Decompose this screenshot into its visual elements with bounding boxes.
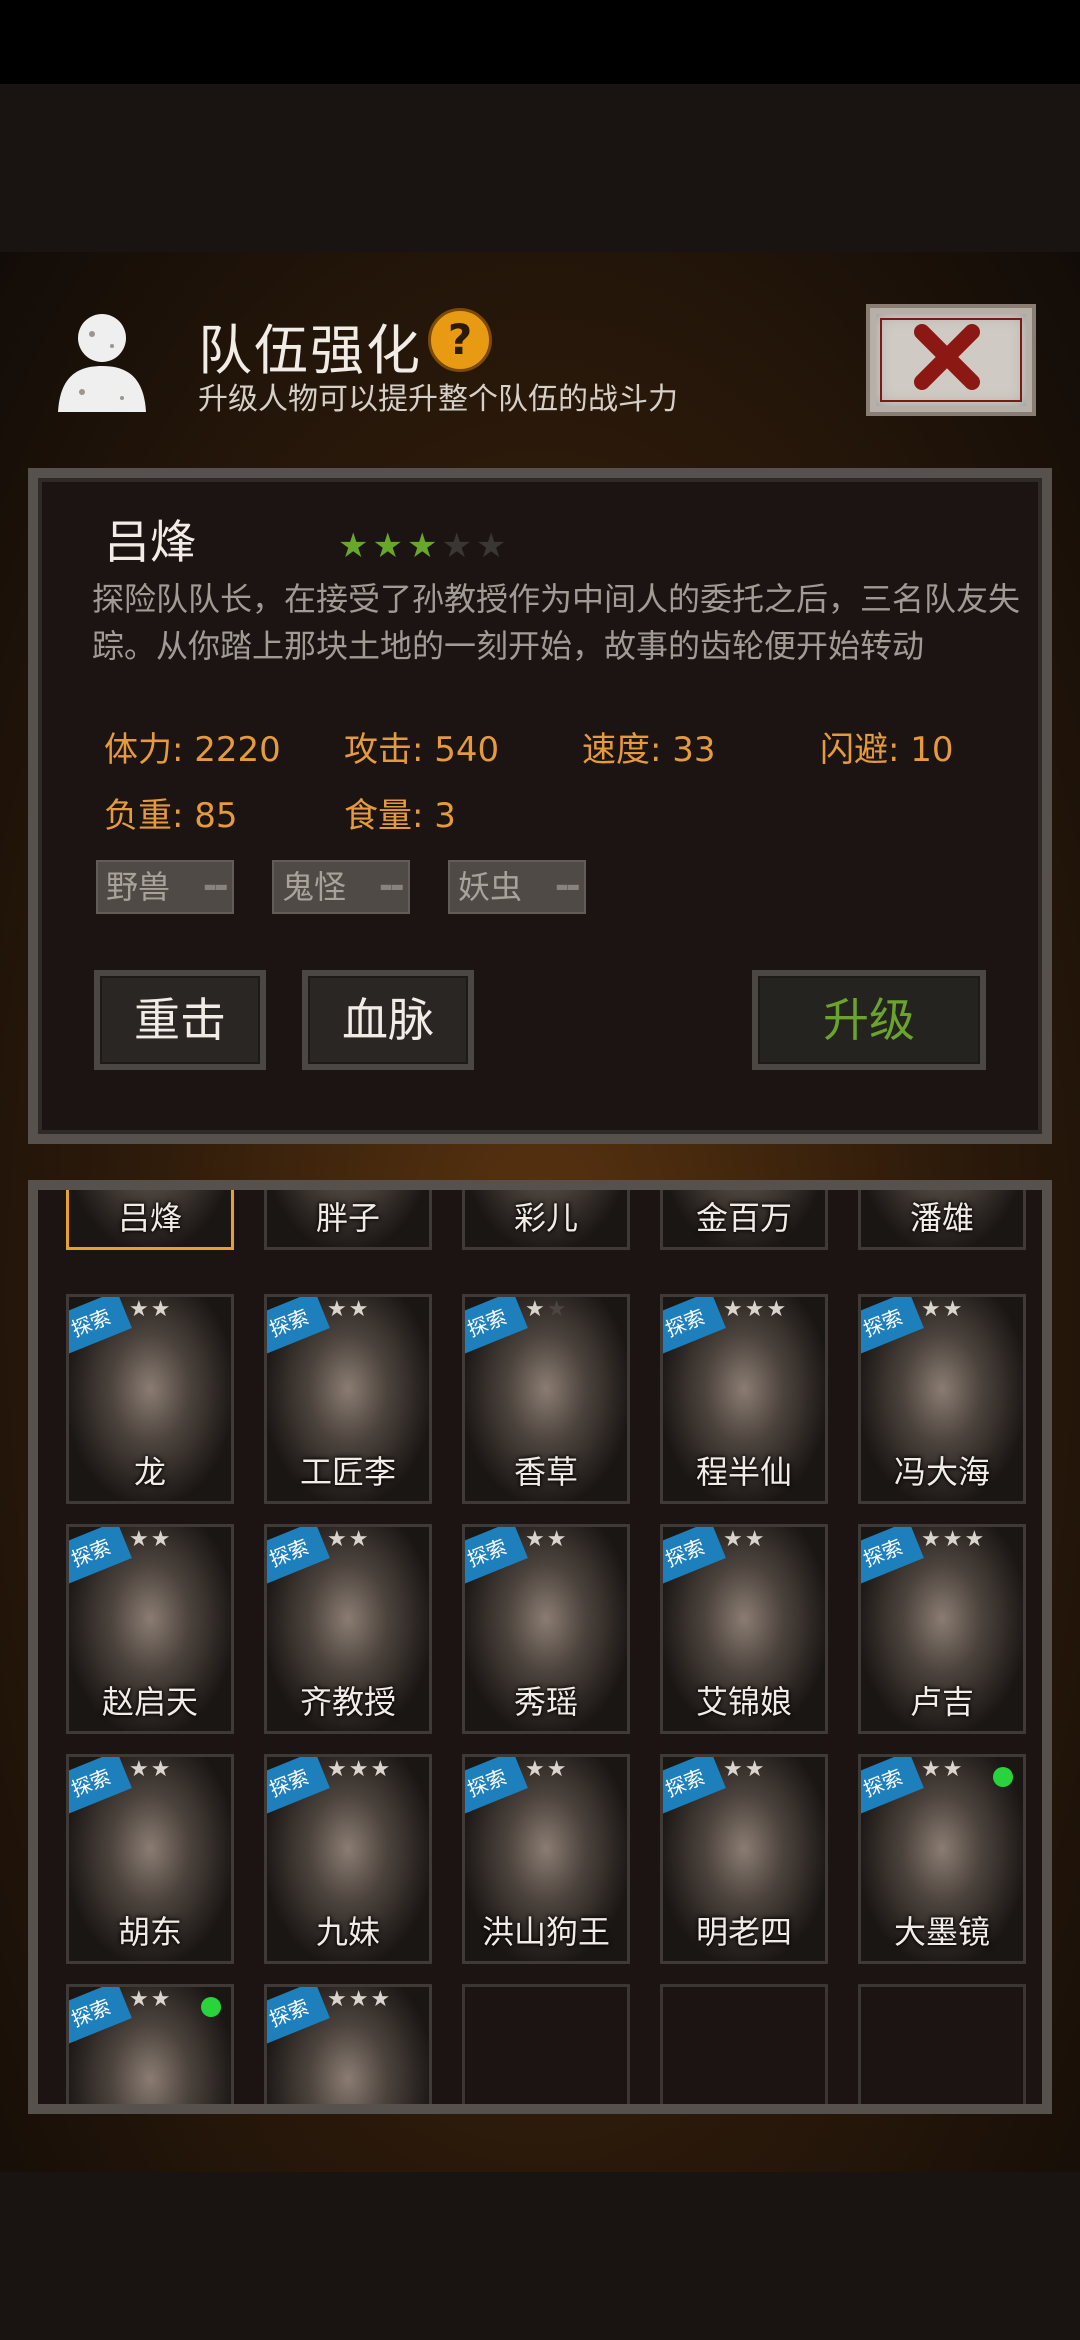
roster-card-name: 齐教授 xyxy=(299,1683,396,1721)
roster-card[interactable]: 探索 ★★ 齐教授 xyxy=(264,1524,432,1734)
roster-card[interactable]: 探索 ★★★ 程半仙 xyxy=(660,1294,828,1504)
roster-card[interactable]: 探索 ★★ 胡东 xyxy=(66,1754,234,1964)
roster-card[interactable]: 探索 ★★★ 九妹 xyxy=(264,1754,432,1964)
stat-load: 负重: 85 xyxy=(104,796,238,836)
roster-card[interactable]: 探索 ★★★ xyxy=(264,1984,432,2104)
roster-card[interactable]: 探索 ★★ 冯大海 xyxy=(858,1294,1026,1504)
roster-card-name: 冯大海 xyxy=(893,1453,990,1491)
roster-card[interactable]: 探索 ★★ 赵启天 xyxy=(66,1524,234,1734)
roster-card[interactable]: 探索 ★★ 大墨镜 xyxy=(858,1754,1026,1964)
card-stars: ★★ xyxy=(723,1527,767,1552)
roster-card[interactable]: 探索 ★★ xyxy=(66,1984,234,2104)
roster-card-name: 明老四 xyxy=(695,1913,792,1951)
card-stars: ★★ xyxy=(129,1297,173,1322)
question-icon[interactable]: ? xyxy=(428,308,492,372)
star-empty-icon: ★★ xyxy=(441,526,511,566)
roster-card[interactable]: 潘雄 xyxy=(858,1190,1026,1250)
card-stars: ★★★ xyxy=(921,1527,987,1552)
card-stars: ★★ xyxy=(327,1297,371,1322)
roster-card-name: 九妹 xyxy=(315,1913,380,1951)
close-button[interactable] xyxy=(866,304,1036,416)
roster-card[interactable]: 探索 ★★★ 卢吉 xyxy=(858,1524,1026,1734)
star-filled-icon: ★★★ xyxy=(338,526,442,566)
stat-food: 食量: 3 xyxy=(344,796,456,836)
roster-card-name: 程半仙 xyxy=(695,1453,792,1491)
stat-speed: 速度: 33 xyxy=(582,730,716,770)
character-stars: ★★★★★ xyxy=(338,526,510,566)
card-stars: ★★ xyxy=(129,1527,173,1552)
empty-slot xyxy=(858,1984,1026,2104)
upgrade-button[interactable]: 升级 xyxy=(752,970,986,1070)
tag-insect: 妖虫 xyxy=(448,860,586,914)
roster-card[interactable]: 探索 ★★ 工匠李 xyxy=(264,1294,432,1504)
character-detail-panel: 吕烽 ★★★★★ 探险队队长，在接受了孙教授作为中间人的委托之后，三名队友失踪。… xyxy=(28,468,1052,1144)
roster-card[interactable]: 探索 ★★ 香草 xyxy=(462,1294,630,1504)
person-silhouette-icon xyxy=(58,314,146,412)
roster-card-name: 卢吉 xyxy=(909,1683,974,1721)
card-stars: ★★ xyxy=(129,1987,173,2012)
bottom-bar xyxy=(0,2172,1080,2340)
card-stars: ★★ xyxy=(525,1757,569,1782)
card-stars: ★★★ xyxy=(327,1757,393,1782)
heavy-strike-button[interactable]: 重击 xyxy=(94,970,266,1070)
roster-card-name: 艾锦娘 xyxy=(695,1683,792,1721)
character-description: 探险队队长，在接受了孙教授作为中间人的委托之后，三名队友失踪。从你踏上那块土地的… xyxy=(92,580,1021,665)
character-name: 吕烽 xyxy=(104,515,196,569)
roster-card-name: 吕烽 xyxy=(117,1199,182,1237)
roster-card-name: 龙 xyxy=(133,1453,166,1491)
card-stars: ★★ xyxy=(327,1527,371,1552)
page-subtitle: 升级人物可以提升整个队伍的战斗力 xyxy=(198,382,678,417)
roster-card-name: 工匠李 xyxy=(299,1453,396,1491)
roster-card[interactable]: 金百万 xyxy=(660,1190,828,1250)
card-stars: ★★ xyxy=(921,1297,965,1322)
empty-slot xyxy=(660,1984,828,2104)
roster-card-name: 金百万 xyxy=(695,1199,792,1237)
online-dot-icon xyxy=(993,1767,1013,1787)
tag-beast: 野兽 xyxy=(96,860,234,914)
stat-dodge: 闪避: 10 xyxy=(820,730,954,770)
character-roster: 吕烽 胖子 彩儿 金百万 潘雄 探索 ★★ 龙 探索 ★★ 工匠李 探索 ★★ 香草 探索 ★… xyxy=(28,1180,1052,2114)
roster-card-name: 大墨镜 xyxy=(893,1913,990,1951)
card-stars: ★★ xyxy=(129,1757,173,1782)
bloodline-button[interactable]: 血脉 xyxy=(302,970,474,1070)
roster-card-name: 香草 xyxy=(513,1453,578,1491)
roster-card[interactable]: 探索 ★★ 洪山狗王 xyxy=(462,1754,630,1964)
card-stars: ★★★ xyxy=(327,1987,393,2012)
status-bar xyxy=(0,0,1080,84)
card-stars: ★★ xyxy=(525,1297,569,1322)
card-stars: ★★ xyxy=(525,1527,569,1552)
tag-ghost: 鬼怪 xyxy=(272,860,410,914)
roster-card[interactable]: 探索 ★★ 明老四 xyxy=(660,1754,828,1964)
roster-card[interactable]: 探索 ★★ 龙 xyxy=(66,1294,234,1504)
empty-slot xyxy=(462,1984,630,2104)
roster-card-name: 潘雄 xyxy=(909,1199,974,1237)
roster-card[interactable]: 彩儿 xyxy=(462,1190,630,1250)
stat-hp: 体力: 2220 xyxy=(104,730,281,770)
card-stars: ★★ xyxy=(723,1757,767,1782)
roster-card[interactable]: 探索 ★★ 秀瑶 xyxy=(462,1524,630,1734)
close-x-icon xyxy=(914,324,980,390)
card-stars: ★★★ xyxy=(723,1297,789,1322)
roster-card-name: 秀瑶 xyxy=(513,1683,578,1721)
roster-card-name: 彩儿 xyxy=(513,1199,578,1237)
card-stars: ★★ xyxy=(921,1757,965,1782)
stat-attack: 攻击: 540 xyxy=(344,730,500,770)
roster-card[interactable]: 探索 ★★ 艾锦娘 xyxy=(660,1524,828,1734)
roster-card-name: 洪山狗王 xyxy=(481,1913,610,1951)
online-dot-icon xyxy=(201,1997,221,2017)
roster-card[interactable]: 吕烽 xyxy=(66,1190,234,1250)
roster-card-name: 胖子 xyxy=(315,1199,380,1237)
roster-card-name: 胡东 xyxy=(117,1913,182,1951)
roster-card[interactable]: 胖子 xyxy=(264,1190,432,1250)
roster-card-name: 赵启天 xyxy=(101,1683,198,1721)
